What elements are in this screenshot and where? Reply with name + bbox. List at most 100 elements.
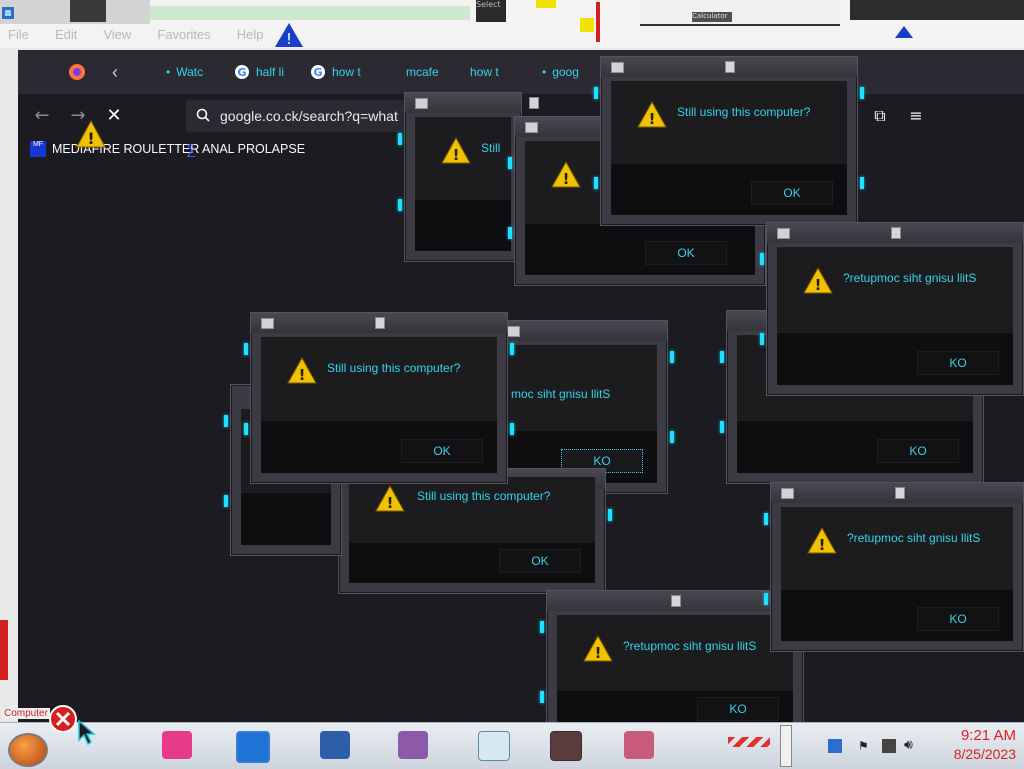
dialog-ok-button[interactable]: KO (917, 351, 999, 375)
dialog-body: ! Still using this computer? OK (611, 81, 847, 215)
tab-label: Watc (176, 65, 204, 79)
dialog-footer (241, 493, 331, 545)
file-explorer-icon[interactable] (320, 731, 350, 759)
tab-5[interactable]: how t (470, 58, 516, 86)
search-icon (196, 108, 210, 125)
dialog-ok-button[interactable]: OK (645, 241, 727, 265)
warning-icon (894, 24, 914, 43)
google-icon: G (311, 65, 325, 79)
tab-label: half li (256, 65, 285, 79)
dialog-ok-button[interactable]: OK (401, 439, 483, 463)
start-button[interactable] (8, 733, 48, 767)
dialog-close-button[interactable] (671, 595, 681, 607)
dialog-close-button[interactable] (895, 487, 905, 499)
svg-text:!: ! (299, 366, 306, 384)
firefox-taskbar-icon[interactable] (236, 731, 270, 763)
svg-text:!: ! (819, 536, 826, 554)
dialog-close-button[interactable] (891, 227, 901, 239)
dialog-message: Still (481, 141, 501, 155)
alert-dialog: ! ?retupmoc siht gnisu llitS KO (764, 482, 1024, 652)
dialog-window-icon (415, 98, 428, 109)
computer-label: Computer (2, 708, 50, 719)
dialog-message: Still using this computer? (417, 489, 551, 503)
tab-label: how t (470, 65, 499, 79)
app-icon[interactable] (550, 731, 582, 761)
dialog-window-icon (525, 122, 538, 133)
error-icon[interactable] (48, 704, 78, 738)
tab-1[interactable]: • Watc (166, 58, 212, 86)
menu-view[interactable]: View (103, 24, 131, 46)
menu-help[interactable]: Help (237, 24, 264, 46)
dialog-ok-button[interactable]: KO (697, 697, 779, 721)
dialog-message: Still using this computer? (327, 361, 461, 375)
flag-icon[interactable]: ⚑ (858, 739, 872, 753)
glitch-block (580, 18, 594, 32)
tab-label: mcafe (406, 65, 439, 79)
clock[interactable]: 9:21 AM 8/25/2023 (954, 727, 1016, 763)
tab-scroll-left-icon[interactable]: ‹ (112, 58, 118, 86)
app-icon[interactable] (478, 731, 510, 761)
url-bar[interactable]: google.co.ck/search?q=what (186, 100, 416, 132)
glitch-select-label: Select (476, 0, 506, 22)
back-arrow-icon[interactable]: ← (30, 104, 54, 128)
volume-icon[interactable]: 🔊︎ (904, 737, 913, 753)
dialog-message: ?retupmoc siht gnisu llitS (623, 639, 757, 653)
dialog-window-icon (507, 326, 520, 337)
dialog-edge-light (720, 351, 724, 363)
dialog-edge-light (398, 133, 402, 145)
dialog-ok-button[interactable]: OK (751, 181, 833, 205)
dialog-close-button[interactable] (529, 97, 539, 109)
warning-icon: ! (287, 356, 317, 388)
language-icon[interactable] (828, 739, 842, 753)
warning-icon: ! (76, 119, 106, 152)
dialog-edge-light (510, 423, 514, 435)
svg-text:!: ! (815, 276, 822, 294)
dialog-close-button[interactable] (375, 317, 385, 329)
dialog-titlebar[interactable] (497, 321, 667, 341)
bullet-icon: • (166, 65, 171, 79)
dialog-edge-light (540, 691, 544, 703)
menu-hamburger-icon[interactable]: ≡ (904, 104, 928, 128)
dialog-body: ! Still using this computer? OK (261, 337, 497, 473)
svg-text:!: ! (87, 129, 94, 148)
menu-edit[interactable]: Edit (55, 24, 77, 46)
svg-text:G: G (237, 66, 246, 79)
extensions-icon[interactable]: ⧉ (868, 104, 892, 128)
menu-favorites[interactable]: Favorites (157, 24, 210, 46)
dialog-message: Still using this computer? (677, 105, 811, 119)
notes-app-icon[interactable] (162, 731, 192, 759)
tab-2[interactable]: G half li (234, 58, 290, 86)
alert-dialog: ! Still using this computer? OK (244, 312, 514, 484)
tab-6[interactable]: • goog (542, 58, 592, 86)
tab-4[interactable]: mcafe (406, 58, 452, 86)
dialog-ok-button[interactable]: OK (499, 549, 581, 573)
bookmark-1[interactable]: MF MEDIAFIRE ROULETTER (30, 138, 199, 160)
dialog-window-icon (261, 318, 274, 329)
dialog-ok-button[interactable]: KO (877, 439, 959, 463)
tab-3[interactable]: G how t (310, 58, 366, 86)
bookmark-label: ANAL PROLAPSE (201, 142, 306, 156)
alert-dialog: ! Still using this computer? OK (594, 56, 864, 226)
bookmark-2[interactable]: ∑ ANAL PROLAPSE (186, 138, 305, 160)
glitch-block (640, 0, 840, 26)
dialog-close-button[interactable] (725, 61, 735, 73)
glitch-block (536, 0, 556, 8)
network-icon[interactable] (882, 739, 896, 753)
dialog-edge-light (594, 87, 598, 99)
glitch-calculator-label: Calculator (692, 12, 732, 22)
paint-icon[interactable] (398, 731, 428, 759)
firefox-icon[interactable] (68, 58, 86, 86)
clock-time: 9:21 AM (960, 727, 1016, 744)
dialog-edge-light (244, 343, 248, 355)
dialog-edge-light (760, 333, 764, 345)
dialog-edge-light (398, 199, 402, 211)
dialog-edge-light (670, 351, 674, 363)
menu-file[interactable]: File (8, 24, 29, 46)
dialog-body: ! Still using this computer? OK (349, 477, 595, 583)
dialog-edge-light (760, 253, 764, 265)
dialog-body: moc siht gnisu llitS KO (507, 345, 657, 483)
app-icon[interactable] (624, 731, 654, 759)
bullet-icon: • (542, 65, 547, 79)
dialog-ok-button[interactable]: KO (917, 607, 999, 631)
svg-text:!: ! (453, 146, 460, 164)
